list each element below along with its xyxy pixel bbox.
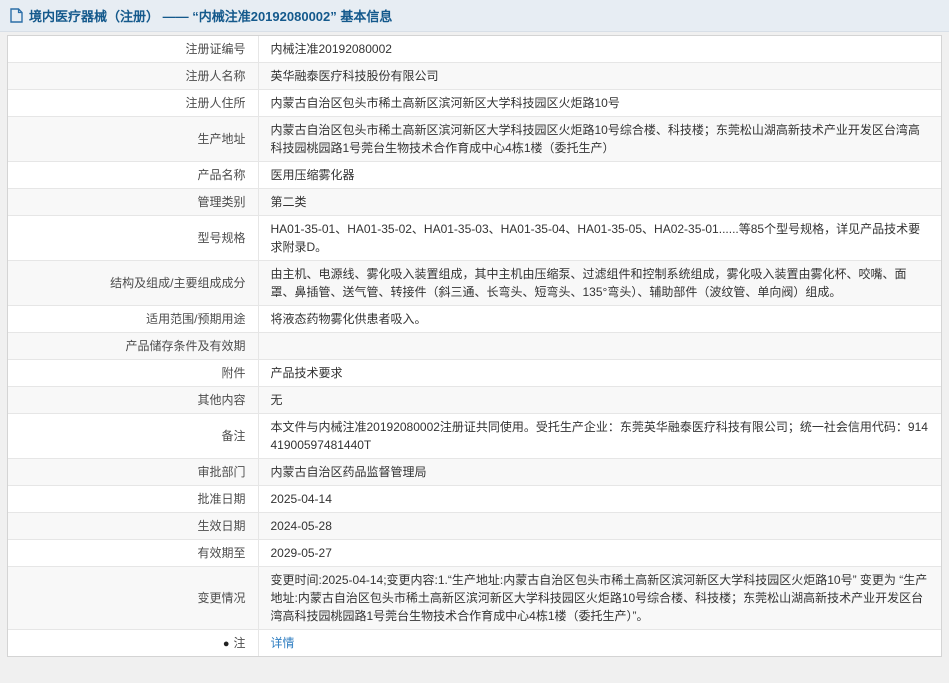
row-value: 产品技术要求 xyxy=(258,360,941,387)
table-row: 审批部门 内蒙古自治区药品监督管理局 xyxy=(8,459,941,486)
row-label: 结构及组成/主要组成成分 xyxy=(8,261,258,306)
row-label: 其他内容 xyxy=(8,387,258,414)
row-value: 内蒙古自治区包头市稀土高新区滨河新区大学科技园区火炬路10号综合楼、科技楼；东莞… xyxy=(258,117,941,162)
table-row: 注册证编号 内械注准20192080002 xyxy=(8,36,941,63)
row-value: 第二类 xyxy=(258,189,941,216)
note-label: 注 xyxy=(233,636,245,650)
row-label: 型号规格 xyxy=(8,216,258,261)
table-row: 适用范围/预期用途 将液态药物雾化供患者吸入。 xyxy=(8,306,941,333)
row-value: 医用压缩雾化器 xyxy=(258,162,941,189)
row-label: 审批部门 xyxy=(8,459,258,486)
row-value: HA01-35-01、HA01-35-02、HA01-35-03、HA01-35… xyxy=(258,216,941,261)
row-label: 批准日期 xyxy=(8,486,258,513)
info-table: 注册证编号 内械注准20192080002 注册人名称 英华融泰医疗科技股份有限… xyxy=(8,36,941,656)
table-row: 备注 本文件与内械注准20192080002注册证共同使用。受托生产企业：东莞英… xyxy=(8,414,941,459)
row-label: 生效日期 xyxy=(8,513,258,540)
row-value: 内蒙古自治区包头市稀土高新区滨河新区大学科技园区火炬路10号 xyxy=(258,90,941,117)
row-label: 生产地址 xyxy=(8,117,258,162)
row-value: 内械注准20192080002 xyxy=(258,36,941,63)
row-value: 由主机、电源线、雾化吸入装置组成，其中主机由压缩泵、过滤组件和控制系统组成，雾化… xyxy=(258,261,941,306)
row-value: 无 xyxy=(258,387,941,414)
row-label: 产品储存条件及有效期 xyxy=(8,333,258,360)
detail-link[interactable]: 详情 xyxy=(271,636,295,650)
page-title: 境内医疗器械（注册） —— “内械注准20192080002” 基本信息 xyxy=(29,6,392,25)
page-header: 境内医疗器械（注册） —— “内械注准20192080002” 基本信息 xyxy=(0,0,949,32)
row-value: 2025-04-14 xyxy=(258,486,941,513)
table-row: 生效日期 2024-05-28 xyxy=(8,513,941,540)
table-row: 产品储存条件及有效期 xyxy=(8,333,941,360)
table-row: 附件 产品技术要求 xyxy=(8,360,941,387)
row-label: 附件 xyxy=(8,360,258,387)
table-row: 注册人名称 英华融泰医疗科技股份有限公司 xyxy=(8,63,941,90)
row-value: 变更时间:2025-04-14;变更内容:1.“生产地址:内蒙古自治区包头市稀土… xyxy=(258,567,941,630)
row-value: 2029-05-27 xyxy=(258,540,941,567)
row-label: ●注 xyxy=(8,630,258,657)
table-row: 结构及组成/主要组成成分 由主机、电源线、雾化吸入装置组成，其中主机由压缩泵、过… xyxy=(8,261,941,306)
row-label: 适用范围/预期用途 xyxy=(8,306,258,333)
row-label: 注册人名称 xyxy=(8,63,258,90)
table-row: 其他内容 无 xyxy=(8,387,941,414)
table-row: 注册人住所 内蒙古自治区包头市稀土高新区滨河新区大学科技园区火炬路10号 xyxy=(8,90,941,117)
row-label: 注册证编号 xyxy=(8,36,258,63)
note-icon: ● xyxy=(223,639,230,650)
row-value: 本文件与内械注准20192080002注册证共同使用。受托生产企业：东莞英华融泰… xyxy=(258,414,941,459)
table-row: 产品名称 医用压缩雾化器 xyxy=(8,162,941,189)
table-row-note: ●注 详情 xyxy=(8,630,941,657)
table-row: 型号规格 HA01-35-01、HA01-35-02、HA01-35-03、HA… xyxy=(8,216,941,261)
row-label: 备注 xyxy=(8,414,258,459)
row-label: 产品名称 xyxy=(8,162,258,189)
info-table-container: 注册证编号 内械注准20192080002 注册人名称 英华融泰医疗科技股份有限… xyxy=(7,35,942,657)
row-label: 变更情况 xyxy=(8,567,258,630)
row-value: 将液态药物雾化供患者吸入。 xyxy=(258,306,941,333)
table-row: 管理类别 第二类 xyxy=(8,189,941,216)
document-icon xyxy=(10,8,23,23)
row-value xyxy=(258,333,941,360)
row-label: 注册人住所 xyxy=(8,90,258,117)
row-label: 有效期至 xyxy=(8,540,258,567)
table-row: 有效期至 2029-05-27 xyxy=(8,540,941,567)
row-value: 2024-05-28 xyxy=(258,513,941,540)
row-label: 管理类别 xyxy=(8,189,258,216)
row-value: 详情 xyxy=(258,630,941,657)
table-row: 批准日期 2025-04-14 xyxy=(8,486,941,513)
row-value: 英华融泰医疗科技股份有限公司 xyxy=(258,63,941,90)
table-row: 生产地址 内蒙古自治区包头市稀土高新区滨河新区大学科技园区火炬路10号综合楼、科… xyxy=(8,117,941,162)
table-row: 变更情况 变更时间:2025-04-14;变更内容:1.“生产地址:内蒙古自治区… xyxy=(8,567,941,630)
row-value: 内蒙古自治区药品监督管理局 xyxy=(258,459,941,486)
